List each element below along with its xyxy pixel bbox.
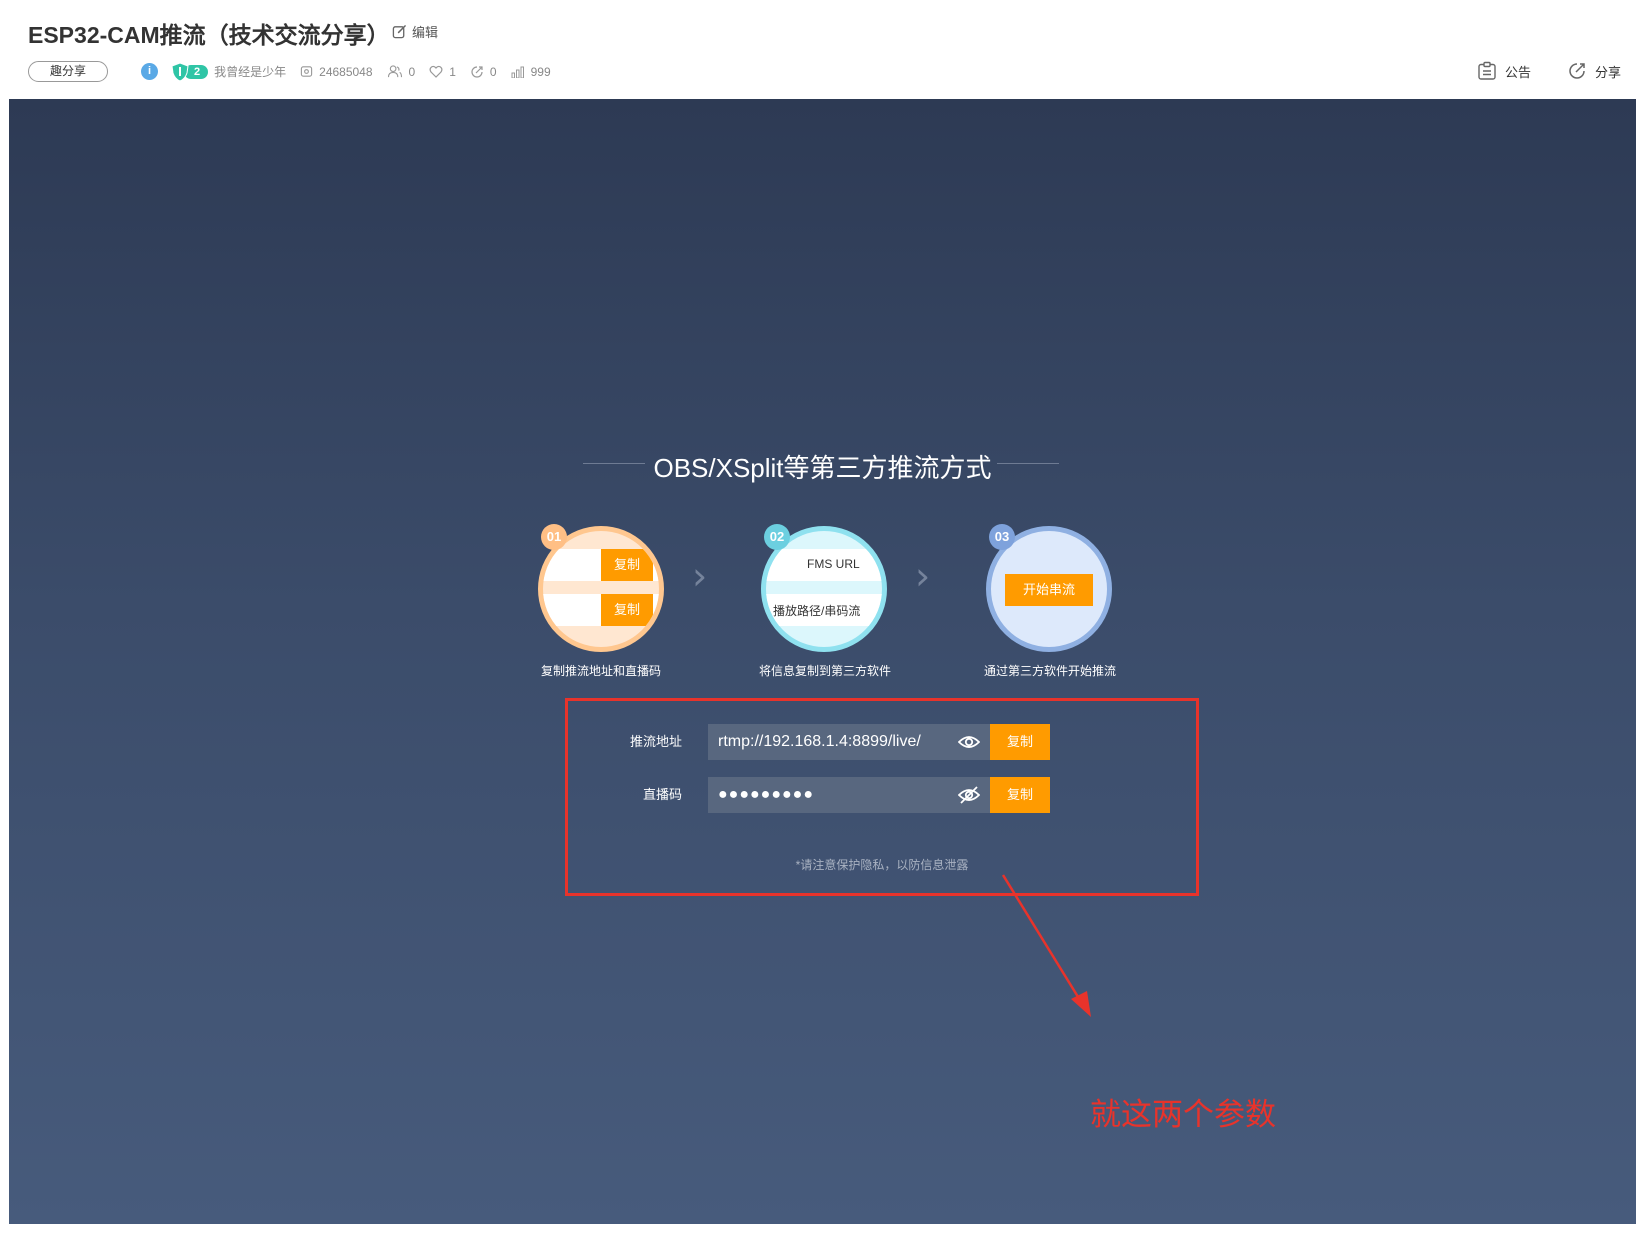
step-3-caption: 通过第三方软件开始推流 <box>984 664 1117 678</box>
shares-count: 0 <box>470 65 497 79</box>
stream-key-label: 直播码 <box>642 787 682 802</box>
author-name[interactable]: 我曾经是少年 <box>214 63 286 80</box>
copy-url-illustration: 复制 <box>601 549 653 581</box>
edit-icon <box>392 25 406 39</box>
step-2-caption: 将信息复制到第三方软件 <box>759 664 892 678</box>
edit-label: 编辑 <box>412 25 439 40</box>
popularity-count: 999 <box>511 65 551 79</box>
push-url-label: 推流地址 <box>629 734 682 749</box>
shield-icon <box>171 61 189 82</box>
push-url-field[interactable]: rtmp://192.168.1.4:8899/live/ <box>708 724 990 760</box>
copy-push-url-button[interactable]: 复制 <box>990 724 1050 760</box>
stream-key-row: 直播码 ●●●●●●●●● 复制 <box>568 777 1196 813</box>
annotation-text: 就这两个参数 <box>1090 1097 1276 1132</box>
room-header: ESP32-CAM推流（技术交流分享） 编辑 趣分享 i 2 我曾经是少年 24… <box>0 0 1639 99</box>
start-stream-illustration: 开始串流 <box>1005 574 1093 606</box>
shares-value: 0 <box>489 64 497 79</box>
step-1-caption: 复制推流地址和直播码 <box>540 664 661 678</box>
stream-key-field[interactable]: ●●●●●●●●● <box>708 777 990 813</box>
likes-count: 1 <box>429 65 456 79</box>
share-button[interactable]: 分享 <box>1567 61 1621 81</box>
heart-icon <box>429 65 443 78</box>
share-label: 分享 <box>1594 64 1621 80</box>
step-arrow-icon: › <box>692 554 708 598</box>
likes-value: 1 <box>449 64 456 79</box>
eye-icon[interactable] <box>958 732 980 752</box>
category-tag[interactable]: 趣分享 <box>28 61 108 82</box>
users-icon <box>387 65 402 78</box>
section-title: OBS/XSplit等第三方推流方式 <box>653 453 992 483</box>
share-icon <box>471 65 483 78</box>
eye-off-icon[interactable] <box>958 785 980 805</box>
clipboard-icon <box>1478 61 1496 80</box>
stream-setup-panel: OBS/XSplit等第三方推流方式 复制 复制 01 复制推流地址和直播码 ›… <box>9 99 1636 1224</box>
room-meta: i 2 我曾经是少年 24685048 0 1 0 999 <box>141 61 565 82</box>
stream-path-text: 播放路径/串码流 <box>773 604 861 618</box>
info-icon[interactable]: i <box>141 63 158 80</box>
room-title: ESP32-CAM推流（技术交流分享） <box>28 22 390 48</box>
announcement-label: 公告 <box>1504 64 1531 80</box>
room-id: 24685048 <box>300 64 373 79</box>
signal-bars-icon <box>511 66 524 78</box>
popularity-value: 999 <box>530 64 551 79</box>
push-url-row: 推流地址 rtmp://192.168.1.4:8899/live/ 复制 <box>568 724 1196 760</box>
followers-value: 0 <box>408 64 416 79</box>
share-icon <box>1569 63 1585 79</box>
level-badge[interactable]: 2 <box>170 61 209 82</box>
stream-credentials-box: 推流地址 rtmp://192.168.1.4:8899/live/ 复制 直播… <box>565 698 1199 896</box>
step-paste-info: FMS URL 播放路径/串码流 02 将信息复制到第三方软件 <box>759 524 892 679</box>
followers-count: 0 <box>387 64 416 79</box>
title-divider-right <box>997 463 1059 464</box>
room-id-value: 24685048 <box>319 64 373 79</box>
edit-title-button[interactable]: 编辑 <box>392 22 438 41</box>
home-icon <box>300 66 313 77</box>
announcement-button[interactable]: 公告 <box>1477 61 1531 81</box>
step-number-1: 01 <box>541 524 567 550</box>
step-copy-info: 复制 复制 01 复制推流地址和直播码 <box>536 524 666 679</box>
step-start-stream: 开始串流 03 通过第三方软件开始推流 <box>984 524 1117 679</box>
step-number-2: 02 <box>764 524 790 550</box>
fms-url-text: FMS URL <box>807 557 860 571</box>
header-actions: 公告 分享 <box>1441 61 1621 81</box>
step-arrow-icon: › <box>915 554 931 598</box>
copy-stream-key-button[interactable]: 复制 <box>990 777 1050 813</box>
step-number-3: 03 <box>989 524 1015 550</box>
annotation-arrow <box>1001 874 1091 1017</box>
copy-key-illustration: 复制 <box>601 594 653 626</box>
